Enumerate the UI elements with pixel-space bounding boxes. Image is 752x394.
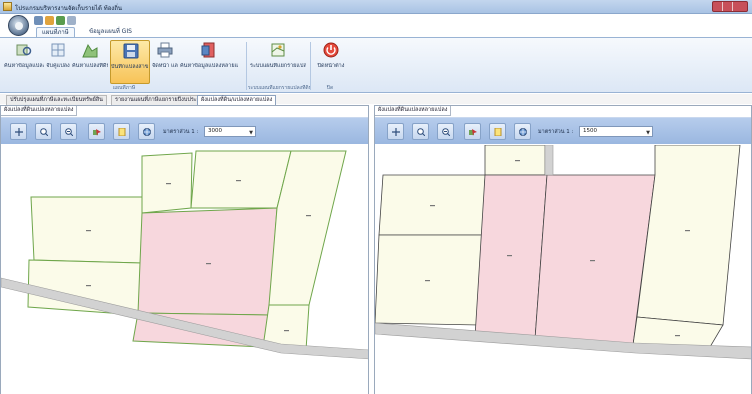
app-icon <box>3 2 12 11</box>
ribbon-button-save-branch[interactable]: บันทึกแปลงสาขา <box>110 40 150 84</box>
panel-title: ผังแปลงที่ดินแปลงหลายแปลง <box>1 106 78 116</box>
scale-value: 1500 <box>583 128 597 134</box>
zoom-in-button[interactable] <box>412 123 429 140</box>
parcel[interactable] <box>190 150 292 209</box>
qat-save-icon[interactable] <box>34 16 43 25</box>
select-parcel-icon <box>469 129 477 136</box>
identify-button[interactable] <box>489 123 506 140</box>
selected-parcel[interactable] <box>474 174 548 340</box>
parcel-label <box>425 280 430 282</box>
parcel-label <box>430 205 435 207</box>
identify-icon <box>118 128 126 136</box>
group-label-tax-map: แผนที่ภาษี <box>112 85 136 91</box>
group-label-gis: ระบบแผนที่แยกรายแปลงที่ดิน <box>248 85 310 91</box>
parcel-label <box>507 255 512 257</box>
map-panel-right: ผังแปลงที่ดินแปลงหลายแปลง มาตราส่วน 1 : … <box>374 105 752 394</box>
parcel-map-left <box>1 150 368 360</box>
select-parcel-button[interactable] <box>88 123 105 140</box>
ribbon: ค้นหาข้อมูลแปลงที่ดิน จับคู่แปลง ค้นหาแป… <box>0 37 752 93</box>
minimize-button[interactable] <box>713 2 723 11</box>
map-canvas[interactable] <box>1 145 368 394</box>
select-parcel-icon <box>93 129 101 136</box>
full-extent-icon <box>519 128 527 136</box>
window-controls <box>712 1 748 12</box>
print-icon <box>157 42 173 58</box>
tab-parcel-layout[interactable]: ผังแปลงที่ดิน/แปลงหลายแปลง <box>197 95 277 105</box>
scale-label: มาตราส่วน 1 : <box>538 129 574 135</box>
zoom-out-button[interactable] <box>60 123 77 140</box>
identify-icon <box>494 128 502 136</box>
parcel-label <box>590 260 595 262</box>
scale-value: 3000 <box>208 128 222 134</box>
map-canvas[interactable] <box>375 145 751 394</box>
ribbon-button-close-window[interactable]: ปิดหน้าต่าง <box>316 40 346 84</box>
group-separator <box>310 42 311 90</box>
map-toolbar: มาตราส่วน 1 : 1500 ▼ <box>375 117 751 144</box>
zoom-in-icon <box>40 128 48 136</box>
pan-button[interactable] <box>10 123 27 140</box>
layer-icon <box>201 42 215 58</box>
save-icon <box>123 43 139 59</box>
zoom-out-icon <box>65 128 73 136</box>
parcel-label <box>515 160 520 162</box>
parcel-map-right <box>375 145 751 360</box>
scale-label: มาตราส่วน 1 : <box>163 129 199 135</box>
window-title: โปรแกรมบริหารงานจัดเก็บรายได้ ท้องถิ่น <box>15 5 122 12</box>
parcel-label <box>236 180 241 182</box>
qat-customize-icon[interactable] <box>67 16 76 25</box>
tab-update-tax-map[interactable]: ปรับปรุงแผนที่ภาษีและทะเบียนทรัพย์สิน <box>6 95 107 105</box>
maximize-button[interactable] <box>723 2 733 11</box>
parcel-label <box>685 230 690 232</box>
identify-button[interactable] <box>113 123 130 140</box>
close-window-icon <box>323 42 339 58</box>
zoom-out-icon <box>442 128 450 136</box>
full-extent-button[interactable] <box>514 123 531 140</box>
close-button[interactable] <box>733 2 747 11</box>
parcel-label <box>675 335 680 337</box>
scale-select[interactable]: 1500 ▼ <box>579 126 653 137</box>
parcel-icon <box>82 43 98 58</box>
ribbon-button-search-parcel[interactable]: ค้นหาข้อมูลแปลงที่ดิน <box>4 40 44 84</box>
group-separator <box>246 42 247 90</box>
document-tab-bar: ปรับปรุงแผนที่ภาษีและทะเบียนทรัพย์สิน รา… <box>0 94 752 105</box>
pan-button[interactable] <box>387 123 404 140</box>
orb-icon <box>15 22 23 30</box>
zoom-out-button[interactable] <box>437 123 454 140</box>
parcel[interactable] <box>636 145 741 326</box>
gis-icon <box>271 43 285 57</box>
selected-parcel[interactable] <box>137 207 278 316</box>
parcel-link-icon <box>51 43 65 57</box>
select-parcel-button[interactable] <box>464 123 481 140</box>
ribbon-button-multi-parcel[interactable]: ค้นหาข้อมูลแปลงหลายแปลงที่ดิน <box>180 40 238 84</box>
parcel-label <box>206 263 211 265</box>
chevron-down-icon: ▼ <box>646 130 650 136</box>
zoom-in-icon <box>417 128 425 136</box>
full-extent-icon <box>143 128 151 136</box>
parcel-label <box>284 330 289 332</box>
parcel-label <box>166 183 171 185</box>
scale-select[interactable]: 3000 ▼ <box>204 126 256 137</box>
title-bar: โปรแกรมบริหารงานจัดเก็บรายได้ ท้องถิ่น <box>0 0 752 14</box>
qat-undo-icon[interactable] <box>45 16 54 25</box>
qat-redo-icon[interactable] <box>56 16 65 25</box>
map-search-icon <box>16 44 32 56</box>
ribbon-button-gis-map[interactable]: ระบบแผนที่แยกรายแปลงที่ดิน <box>250 40 306 84</box>
zoom-in-button[interactable] <box>35 123 52 140</box>
application-menu-button[interactable] <box>8 15 29 36</box>
ribbon-button-link-parcel[interactable]: จับคู่แปลง <box>46 40 70 84</box>
full-extent-button[interactable] <box>138 123 155 140</box>
parcel-label <box>86 230 91 232</box>
map-toolbar: มาตราส่วน 1 : 3000 ▼ <box>1 117 368 144</box>
chevron-down-icon: ▼ <box>249 130 253 136</box>
ribbon-button-print[interactable]: จัดหน้า และ <box>152 40 178 84</box>
quick-access-toolbar <box>32 15 142 26</box>
pan-icon <box>15 128 23 136</box>
pan-icon <box>392 128 400 136</box>
panel-title: ผังแปลงที่ดินแปลงหลายแปลง <box>375 106 452 116</box>
parcel-label <box>86 285 91 287</box>
ribbon-button-parcel[interactable]: ค้นหาแปลงที่ดิน <box>72 40 108 84</box>
map-panel-left: ผังแปลงที่ดินแปลงหลายแปลง มาตราส่วน 1 : … <box>0 105 369 394</box>
group-label-close: ปิด <box>326 85 334 91</box>
parcel-label <box>306 215 311 217</box>
